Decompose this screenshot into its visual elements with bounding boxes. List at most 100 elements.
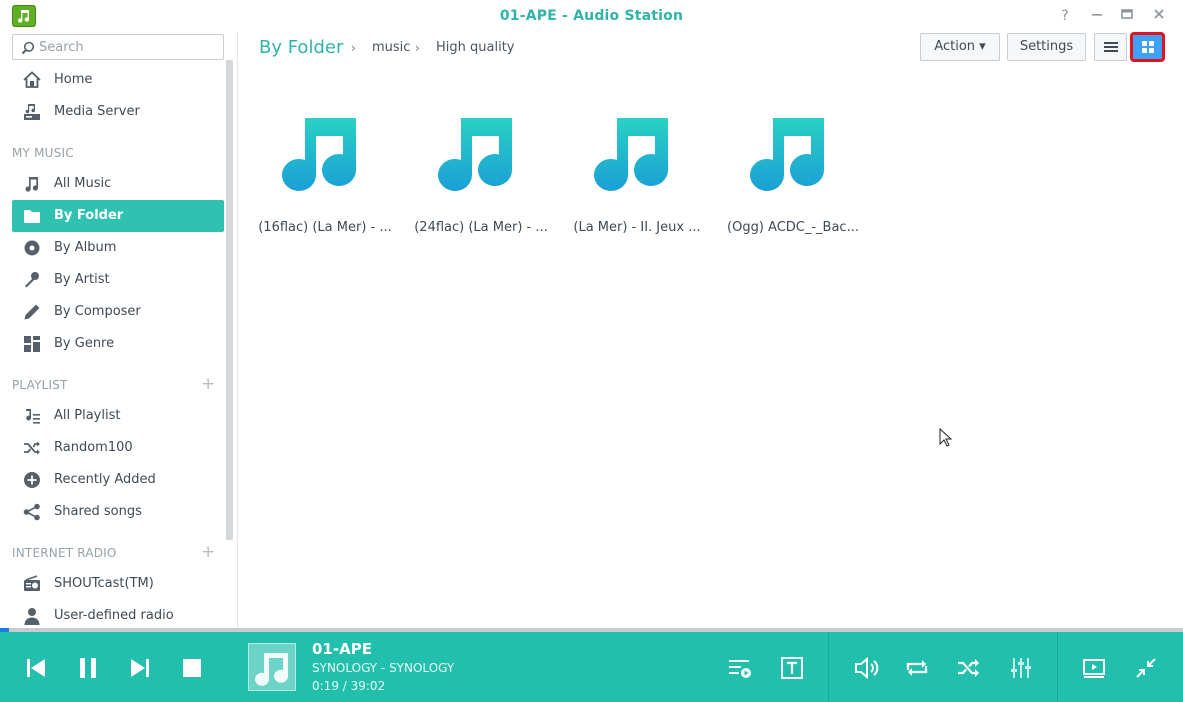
genre-grid-icon bbox=[24, 336, 40, 352]
player-divider bbox=[828, 632, 829, 702]
microphone-icon bbox=[25, 272, 39, 288]
album-art-music-icon bbox=[255, 653, 289, 686]
collapse-icon bbox=[1136, 658, 1156, 678]
sidebar-item-home[interactable]: Home bbox=[12, 64, 224, 96]
music-note-icon bbox=[25, 177, 39, 192]
maximize-icon bbox=[1121, 9, 1133, 19]
shuffle-icon bbox=[24, 441, 40, 455]
sidebar-item-label: User-defined radio bbox=[54, 608, 174, 623]
title-bar: 01-APE - Audio Station ? bbox=[0, 0, 1183, 32]
section-header-my-music: MY MUSIC bbox=[12, 146, 74, 160]
playlist-icon bbox=[26, 409, 40, 424]
music-file-icon bbox=[594, 118, 669, 191]
sidebar-item-recently-added[interactable]: Recently Added bbox=[12, 464, 224, 496]
equalizer-button[interactable] bbox=[1005, 652, 1037, 684]
help-button[interactable]: ? bbox=[1056, 7, 1074, 25]
album-art[interactable] bbox=[248, 643, 296, 691]
sidebar-item-label: By Genre bbox=[54, 336, 115, 351]
sidebar-item-label: Recently Added bbox=[54, 472, 156, 487]
lyrics-button[interactable] bbox=[776, 652, 808, 684]
minimize-button[interactable] bbox=[1088, 7, 1106, 25]
player-divider bbox=[1057, 632, 1058, 702]
radio-icon bbox=[24, 575, 40, 591]
sidebar-item-label: Shared songs bbox=[54, 504, 142, 519]
close-button[interactable] bbox=[1150, 7, 1168, 25]
sidebar-item-by-composer[interactable]: By Composer bbox=[12, 296, 224, 328]
sidebar-item-label: Home bbox=[54, 72, 93, 87]
settings-button[interactable]: Settings bbox=[1007, 33, 1086, 61]
action-dropdown-button[interactable]: Action ▾ bbox=[920, 33, 1000, 61]
play-queue-button[interactable] bbox=[724, 652, 756, 684]
shuffle-button[interactable] bbox=[953, 652, 985, 684]
breadcrumb-root[interactable]: By Folder bbox=[259, 37, 343, 58]
home-icon bbox=[23, 71, 41, 88]
grid-view-button[interactable] bbox=[1130, 32, 1165, 62]
search-input[interactable] bbox=[39, 38, 219, 56]
sidebar-item-by-artist[interactable]: By Artist bbox=[12, 264, 224, 296]
play-queue-icon bbox=[729, 660, 751, 678]
file-name: (16flac) (La Mer) - ... bbox=[258, 220, 392, 235]
list-view-icon bbox=[1103, 42, 1118, 52]
music-file-icon bbox=[282, 118, 357, 191]
music-file-icon bbox=[750, 118, 825, 191]
sidebar-item-by-album[interactable]: By Album bbox=[12, 232, 224, 264]
sidebar-item-label: By Artist bbox=[54, 272, 110, 287]
track-time: 0:19 / 39:02 bbox=[312, 679, 386, 693]
mouse-cursor-icon bbox=[939, 428, 953, 447]
volume-button[interactable] bbox=[850, 652, 882, 684]
media-output-icon bbox=[1083, 659, 1105, 678]
user-icon bbox=[24, 608, 40, 625]
mini-player-button[interactable] bbox=[1130, 652, 1162, 684]
repeat-icon bbox=[906, 660, 928, 676]
sidebar-item-user-defined-radio[interactable]: User-defined radio bbox=[12, 600, 224, 628]
previous-button[interactable] bbox=[20, 652, 52, 684]
album-icon bbox=[24, 240, 40, 256]
sidebar-item-all-music[interactable]: All Music bbox=[12, 168, 224, 200]
plus-circle-icon bbox=[24, 472, 40, 488]
add-playlist-button[interactable]: + bbox=[201, 376, 215, 393]
sidebar-item-label: Random100 bbox=[54, 440, 133, 455]
sidebar-item-random100[interactable]: Random100 bbox=[12, 432, 224, 464]
shuffle-icon bbox=[958, 659, 979, 677]
main-content: By Folder › music › High quality Action … bbox=[239, 32, 1183, 628]
sidebar-item-by-genre[interactable]: By Genre bbox=[12, 328, 224, 360]
sidebar-item-shared-songs[interactable]: Shared songs bbox=[12, 496, 224, 528]
folder-tile[interactable]: (24flac) (La Mer) - ... bbox=[411, 102, 551, 242]
breadcrumb-high-quality[interactable]: High quality bbox=[436, 40, 514, 55]
stop-icon bbox=[183, 659, 201, 677]
track-title: 01-APE bbox=[312, 640, 372, 658]
folder-tile[interactable]: (Ogg) ACDC_-_Bac... bbox=[723, 102, 863, 242]
sidebar-item-all-playlist[interactable]: All Playlist bbox=[12, 400, 224, 432]
pause-button[interactable] bbox=[72, 652, 104, 684]
sidebar-item-shoutcast[interactable]: SHOUTcast(TM) bbox=[12, 568, 224, 600]
next-icon bbox=[131, 659, 149, 677]
folder-tile[interactable]: (16flac) (La Mer) - ... bbox=[255, 102, 395, 242]
breadcrumb-separator: › bbox=[415, 41, 420, 55]
section-header-playlist: PLAYLIST bbox=[12, 378, 68, 392]
folder-tile[interactable]: (La Mer) - II. Jeux ... bbox=[567, 102, 707, 242]
sidebar-item-media-server[interactable]: Media Server bbox=[12, 96, 224, 128]
sidebar-item-label: All Music bbox=[54, 176, 112, 191]
music-file-icon bbox=[438, 118, 513, 191]
previous-icon bbox=[27, 659, 45, 677]
search-box[interactable] bbox=[12, 34, 224, 60]
grid-view-icon bbox=[1141, 41, 1154, 53]
stop-button[interactable] bbox=[176, 652, 208, 684]
maximize-button[interactable] bbox=[1118, 7, 1136, 25]
repeat-button[interactable] bbox=[901, 652, 933, 684]
sidebar: Home Media Server MY MUSIC All Music By … bbox=[0, 32, 238, 628]
media-server-icon bbox=[24, 104, 40, 120]
list-view-button[interactable] bbox=[1094, 33, 1127, 61]
sidebar-item-by-folder[interactable]: By Folder bbox=[12, 200, 224, 232]
breadcrumb-music[interactable]: music bbox=[372, 40, 410, 55]
breadcrumb-separator: › bbox=[351, 41, 356, 55]
file-name: (Ogg) ACDC_-_Bac... bbox=[727, 220, 859, 235]
media-output-button[interactable] bbox=[1078, 652, 1110, 684]
equalizer-icon bbox=[1011, 658, 1031, 678]
add-radio-button[interactable]: + bbox=[201, 544, 215, 561]
next-button[interactable] bbox=[124, 652, 156, 684]
sidebar-item-label: By Folder bbox=[54, 208, 124, 223]
sidebar-item-label: Media Server bbox=[54, 104, 140, 119]
sidebar-scrollbar[interactable] bbox=[226, 60, 233, 540]
volume-icon bbox=[855, 656, 879, 680]
